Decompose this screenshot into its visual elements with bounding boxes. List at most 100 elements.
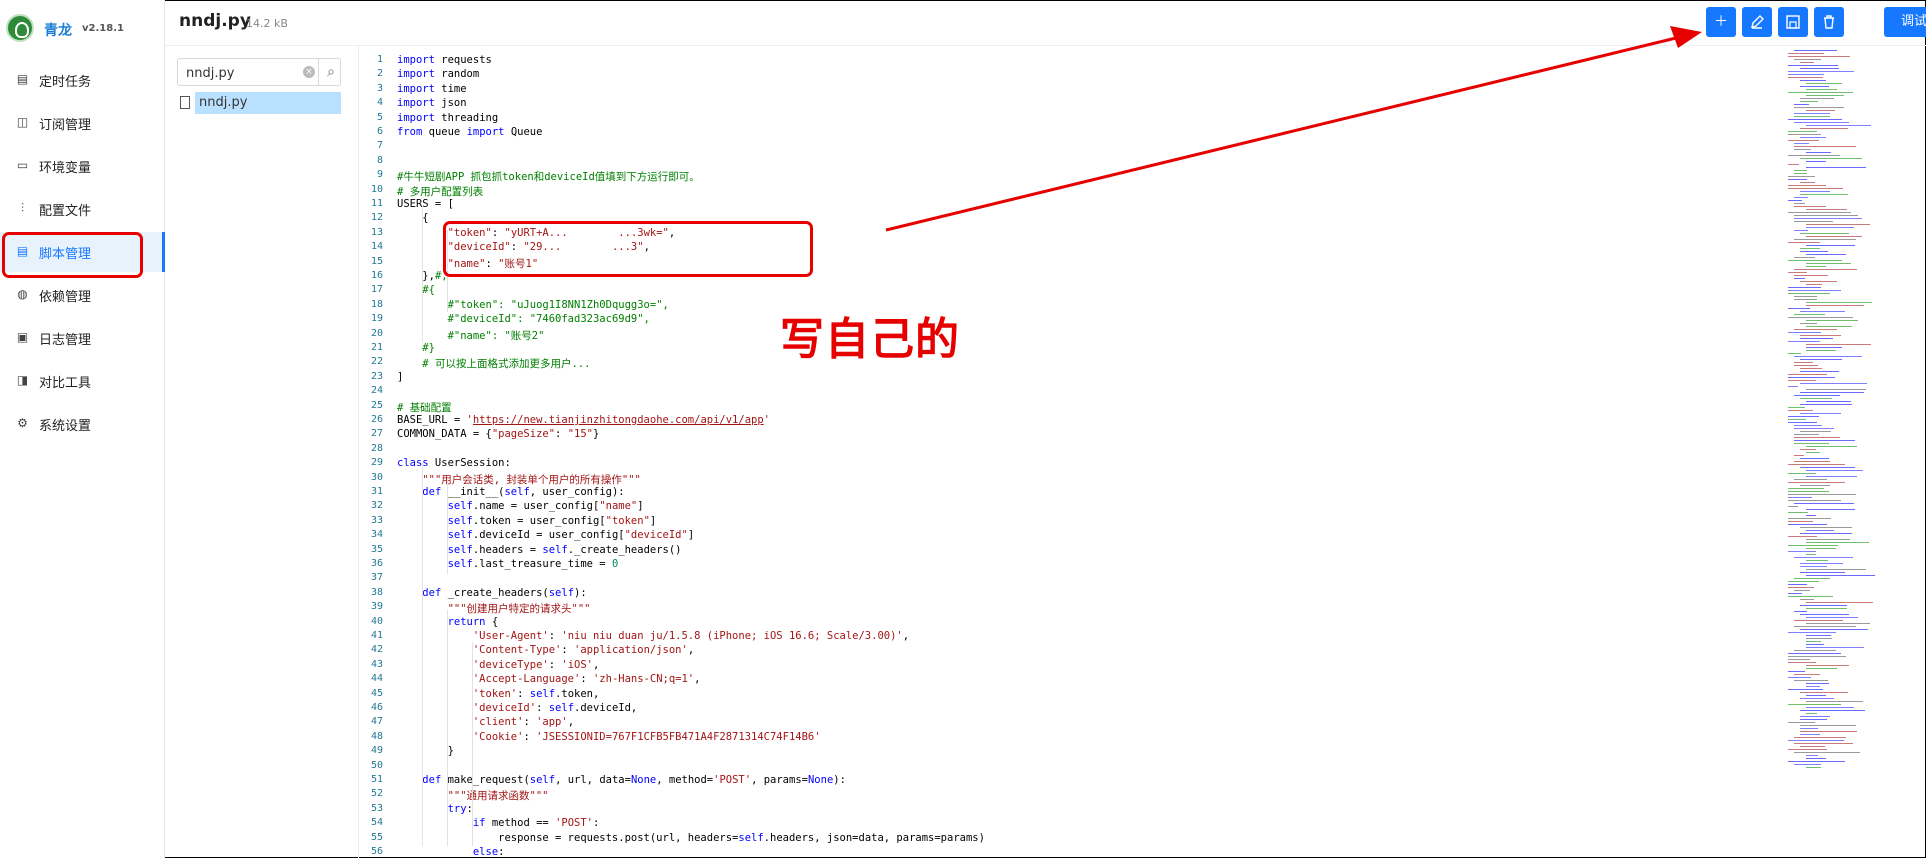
code-token-keyword: def bbox=[422, 486, 442, 498]
sliders-icon: ⫶ bbox=[20, 201, 24, 215]
line-number: 45 bbox=[370, 687, 383, 699]
minimap-line bbox=[1800, 716, 1830, 717]
minimap-line bbox=[1788, 419, 1806, 420]
code-token-comment: #"deviceId": "7460fad323ac69d9", bbox=[447, 313, 650, 326]
minimap-line bbox=[1788, 488, 1824, 489]
sidebar-item-1[interactable]: ▤ 定时任务 bbox=[0, 60, 164, 100]
code-line: #"token": "uJuog1I8NN1Zh0Dqugg3o=", bbox=[397, 299, 669, 311]
code-token-string: """创建用户特定的请求头""" bbox=[447, 603, 591, 616]
sidebar-item-7[interactable]: ▣ 日志管理 bbox=[0, 318, 164, 358]
minimap-line bbox=[1794, 434, 1819, 435]
line-number: 52 bbox=[370, 788, 383, 800]
sidebar-item-3[interactable]: ▭ 环境变量 bbox=[0, 146, 164, 186]
line-number: 10 bbox=[370, 183, 383, 195]
sidebar-item-4[interactable]: ⫶ 配置文件 bbox=[0, 189, 164, 229]
code-token-keyword: self bbox=[529, 687, 556, 700]
code-token-text: : bbox=[498, 846, 505, 858]
minimap-line bbox=[1794, 674, 1820, 675]
package-icon: ◍ bbox=[17, 287, 28, 301]
code-line: 'token': self.token, bbox=[397, 688, 599, 700]
indent-guide bbox=[447, 478, 448, 574]
sidebar-item-8[interactable]: ◨ 对比工具 bbox=[0, 361, 164, 401]
minimap-line bbox=[1788, 185, 1826, 186]
code-token-keyword: import bbox=[397, 82, 435, 95]
calendar-icon: ▤ bbox=[16, 72, 29, 86]
minimap-line bbox=[1788, 689, 1823, 690]
sidebar-item-2[interactable]: ◫ 订阅管理 bbox=[0, 103, 164, 143]
code-token-text: USERS = [ bbox=[397, 198, 454, 210]
minimap-line bbox=[1794, 356, 1862, 357]
code-token-string: 'Accept-Language' bbox=[472, 673, 581, 686]
code-line: BASE_URL = 'https://new.tianjinzhitongda… bbox=[397, 414, 770, 426]
minimap-line bbox=[1794, 680, 1828, 681]
code-token-keyword: self bbox=[447, 529, 473, 542]
minimap-line bbox=[1794, 107, 1844, 108]
minimap-line bbox=[1788, 473, 1816, 474]
code-line: def __init__(self, user_config): bbox=[397, 486, 624, 498]
code-token-text: .headers = bbox=[472, 543, 543, 556]
code-token-text: requests bbox=[434, 54, 492, 66]
code-line: 'User-Agent': 'niu niu duan ju/1.5.8 (iP… bbox=[397, 630, 909, 642]
minimap-line bbox=[1794, 116, 1830, 117]
sidebar-item-label: 环境变量 bbox=[39, 161, 92, 176]
minimap-line bbox=[1806, 647, 1864, 648]
line-number: 31 bbox=[370, 486, 383, 497]
line-number: 53 bbox=[370, 802, 383, 814]
minimap-line bbox=[1788, 272, 1807, 273]
save-button[interactable] bbox=[1778, 7, 1808, 37]
line-number: 18 bbox=[370, 298, 383, 310]
code-line: # 基础配置 bbox=[397, 400, 452, 415]
minimap-line bbox=[1794, 578, 1830, 579]
minimap-line bbox=[1794, 425, 1822, 426]
minimap-line bbox=[1806, 602, 1873, 603]
minimap-line bbox=[1788, 464, 1845, 465]
app-name: 青龙 bbox=[44, 23, 72, 39]
code-token-text: , url, data= bbox=[555, 774, 631, 786]
clear-icon[interactable]: × bbox=[303, 66, 315, 78]
diff-icon: ◨ bbox=[16, 373, 29, 387]
editor-minimap[interactable] bbox=[1780, 50, 1900, 780]
desktop-icon: ▭ bbox=[16, 158, 29, 172]
code-line: self.deviceId = user_config["deviceId"] bbox=[397, 529, 695, 542]
line-number: 24 bbox=[370, 385, 383, 397]
line-number: 48 bbox=[370, 730, 383, 742]
search-icon[interactable]: ⌕ bbox=[318, 58, 343, 86]
debug-button[interactable]: 调试 bbox=[1884, 7, 1926, 37]
minimap-line bbox=[1806, 560, 1828, 561]
indent-guide bbox=[422, 462, 423, 846]
subscription-icon: ◫ bbox=[16, 115, 29, 129]
minimap-line bbox=[1794, 626, 1856, 627]
delete-button[interactable] bbox=[1814, 7, 1844, 37]
line-number: 15 bbox=[370, 255, 383, 267]
code-token-string: 'Content-Type' bbox=[472, 644, 562, 657]
code-token-keyword: self bbox=[548, 702, 575, 714]
minimap-line bbox=[1806, 209, 1847, 210]
minimap-line bbox=[1794, 443, 1829, 444]
line-number: 34 bbox=[370, 529, 383, 541]
code-token-text: , method= bbox=[656, 774, 714, 786]
code-token-string: 'deviceType' bbox=[472, 658, 549, 671]
code-token-text: ._create_headers() bbox=[567, 543, 682, 556]
line-number: 51 bbox=[370, 774, 383, 785]
code-editor[interactable]: 1 2 3 4 5 6 7 8 9 10 11 12 13 14 15 16 17 18 19 20 21 22 23 24 2… bbox=[359, 46, 1779, 858]
minimap-line bbox=[1794, 752, 1860, 753]
code-token-keyword: try bbox=[447, 802, 467, 815]
sidebar-item-9[interactable]: ⚙ 系统设置 bbox=[0, 404, 164, 444]
minimap-line bbox=[1800, 485, 1830, 486]
edit-button[interactable] bbox=[1742, 7, 1772, 37]
minimap-line bbox=[1806, 755, 1818, 756]
file-search-input[interactable] bbox=[184, 61, 298, 85]
line-number: 30 bbox=[370, 471, 383, 483]
code-line: class UserSession: bbox=[397, 457, 511, 469]
code-line: self.token = user_config["token"] bbox=[397, 515, 657, 527]
tree-file-item[interactable]: nndj.py bbox=[177, 92, 343, 114]
code-token-string: 'User-Agent' bbox=[472, 630, 549, 642]
minimap-line bbox=[1788, 71, 1854, 72]
code-token-string: 'iOS' bbox=[561, 658, 593, 671]
brand[interactable]: 青龙 v2.18.1 bbox=[6, 12, 164, 48]
sidebar-item-6[interactable]: ◍ 依赖管理 bbox=[0, 275, 164, 315]
code-line: USERS = [ bbox=[397, 198, 454, 210]
minimap-line bbox=[1794, 206, 1826, 207]
add-button[interactable]: ＋ bbox=[1706, 7, 1736, 37]
